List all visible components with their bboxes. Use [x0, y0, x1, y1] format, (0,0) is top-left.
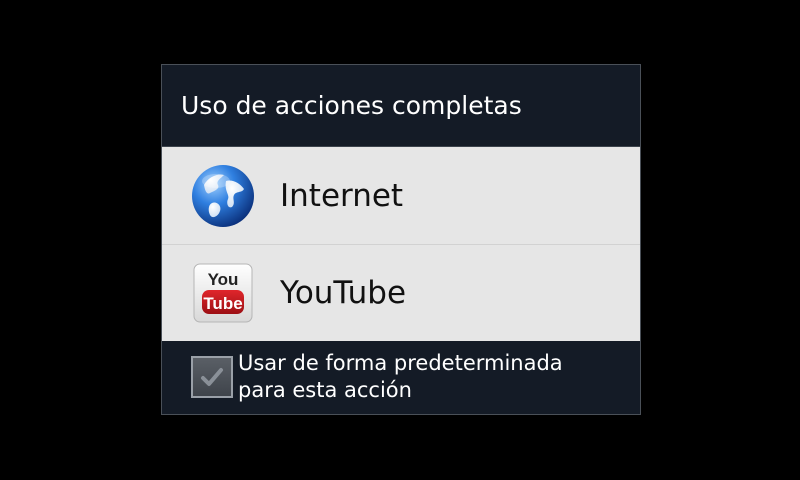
app-item-youtube[interactable]: You Tube YouTube	[162, 244, 640, 341]
default-action-checkbox[interactable]	[191, 356, 233, 398]
default-action-row: Usar de forma predeterminada para esta a…	[162, 341, 640, 413]
youtube-icon-text-top: You	[208, 270, 239, 289]
app-label-internet: Internet	[280, 177, 404, 214]
globe-icon	[190, 163, 256, 229]
app-chooser-dialog: Uso de acciones completas Internet You T…	[161, 64, 641, 415]
app-label-youtube: YouTube	[280, 275, 407, 311]
youtube-icon-text-bottom: Tube	[203, 294, 242, 313]
youtube-icon: You Tube	[190, 260, 256, 326]
app-list: Internet You Tube YouTube	[162, 147, 640, 341]
default-action-label: Usar de forma predeterminada para esta a…	[238, 351, 563, 402]
dialog-title: Uso de acciones completas	[162, 65, 640, 147]
app-item-internet[interactable]: Internet	[162, 147, 640, 244]
checkmark-icon	[201, 368, 223, 386]
